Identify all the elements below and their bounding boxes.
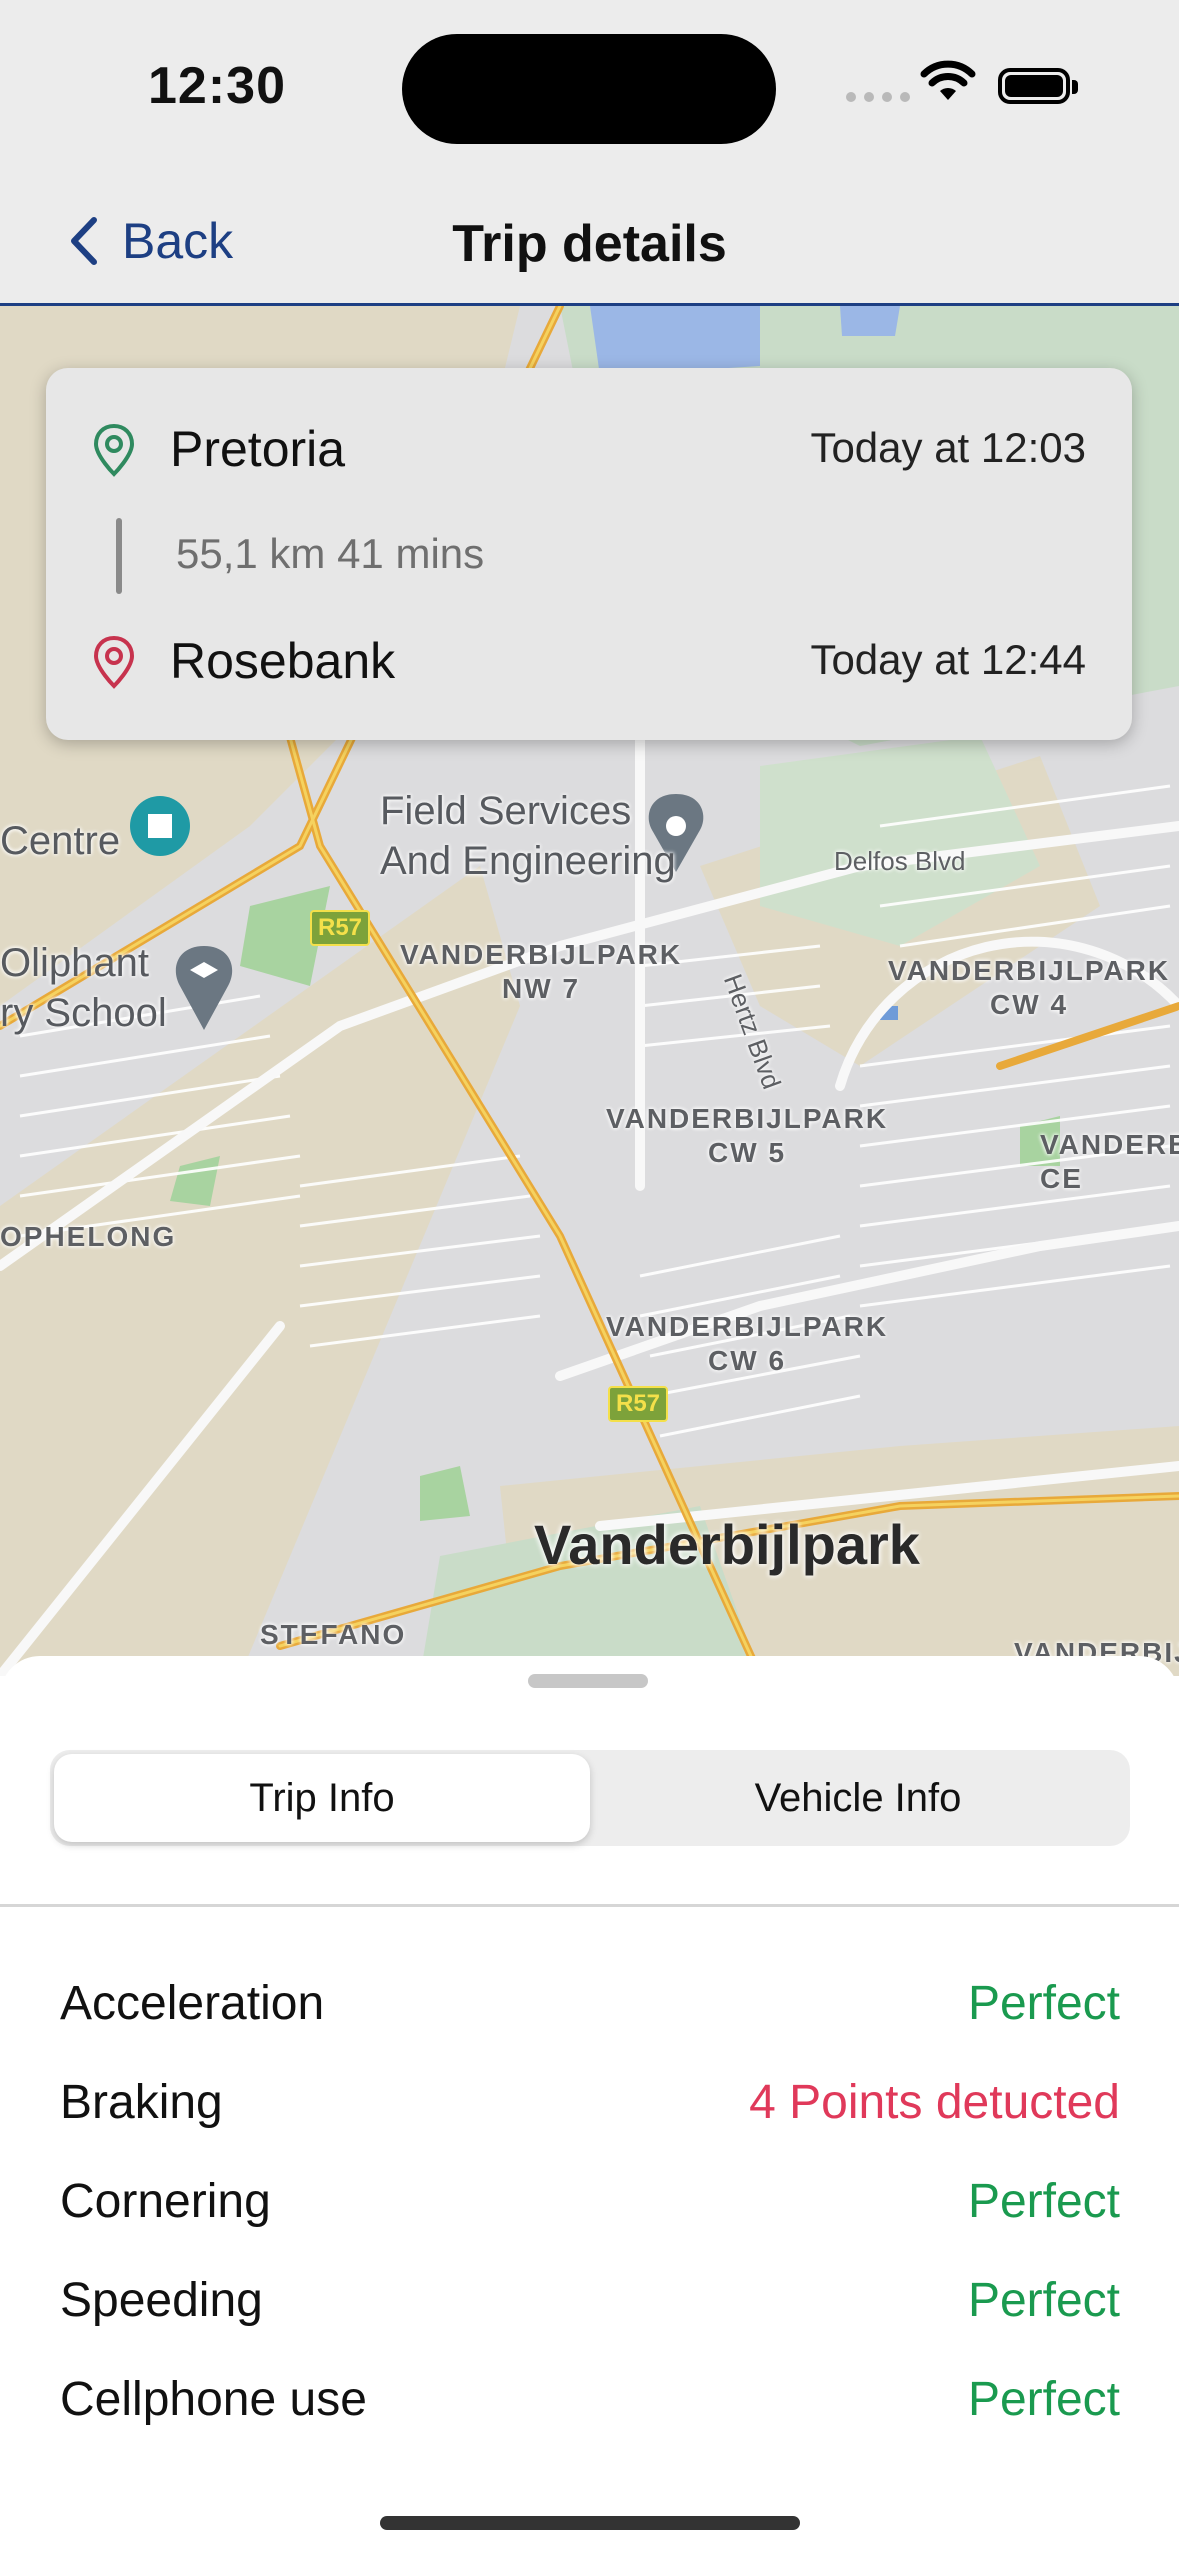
home-indicator[interactable] bbox=[380, 2516, 800, 2530]
dynamic-island bbox=[402, 34, 776, 144]
metric-label: Acceleration bbox=[60, 1977, 325, 2030]
poi-marker-centre bbox=[130, 796, 190, 856]
area-label-cw4: VANDERBIJLPARK CW 4 bbox=[888, 955, 1171, 1020]
metric-value: Perfect bbox=[967, 1977, 1120, 2030]
road-shield-r57-south: R57 bbox=[608, 1386, 669, 1422]
road-shield-r57: R57 bbox=[310, 910, 371, 946]
metric-row: Cornering Perfect bbox=[60, 2162, 1120, 2242]
destination-city: Rosebank bbox=[170, 633, 396, 689]
city-label: Vanderbijlpark bbox=[534, 1513, 920, 1576]
divider bbox=[0, 1904, 1179, 1907]
area-label-nw7: VANDERBIJLPARK NW 7 bbox=[400, 939, 683, 1004]
metric-label: Braking bbox=[60, 2076, 223, 2129]
metric-value: 4 Points detucted bbox=[749, 2076, 1120, 2129]
area-label-stefano: STEFANO bbox=[260, 1619, 407, 1650]
destination-time: Today at 12:44 bbox=[810, 636, 1086, 683]
origin-time: Today at 12:03 bbox=[810, 424, 1086, 471]
destination-pin-icon bbox=[93, 635, 135, 689]
metric-value: Perfect bbox=[967, 2274, 1120, 2327]
tab-vehicle-info[interactable]: Vehicle Info bbox=[590, 1754, 1126, 1842]
metric-label: Cellphone use bbox=[60, 2373, 367, 2426]
battery-icon bbox=[998, 68, 1070, 104]
trip-distance-duration: 55,1 km 41 mins bbox=[176, 530, 485, 577]
poi-label-field-services: Field Services And Engineering bbox=[380, 789, 676, 883]
status-bar: 12:30 bbox=[0, 0, 1179, 180]
bottom-sheet: Trip Info Vehicle Info Acceleration Perf… bbox=[0, 1656, 1179, 2556]
area-label-cw6: VANDERBIJLPARK CW 6 bbox=[606, 1311, 889, 1376]
navigation-bar: Back Trip details bbox=[0, 180, 1179, 306]
origin-pin-icon bbox=[93, 423, 135, 477]
metric-row: Acceleration Perfect bbox=[60, 1964, 1120, 2044]
battery-tip bbox=[1072, 80, 1078, 94]
page-title: Trip details bbox=[452, 215, 727, 273]
metric-row: Braking 4 Points detucted bbox=[60, 2063, 1120, 2143]
tab-trip-info[interactable]: Trip Info bbox=[54, 1754, 590, 1842]
area-label-cw5: VANDERBIJLPARK CW 5 bbox=[606, 1103, 889, 1168]
metric-value: Perfect bbox=[967, 2175, 1120, 2228]
cellular-signal-icon bbox=[846, 92, 910, 102]
metric-value: Perfect bbox=[967, 2373, 1120, 2426]
area-label-right-edge: VANDERB CE bbox=[1040, 1129, 1179, 1194]
metric-label: Cornering bbox=[60, 2175, 271, 2228]
metric-row: Speeding Perfect bbox=[60, 2261, 1120, 2341]
status-time: 12:30 bbox=[148, 57, 286, 115]
metric-label: Speeding bbox=[60, 2274, 263, 2327]
poi-label-school: Oliphant ry School bbox=[0, 941, 167, 1035]
origin-city: Pretoria bbox=[170, 421, 346, 477]
road-label-delfos: Delfos Blvd bbox=[834, 846, 966, 876]
wifi-icon bbox=[920, 60, 976, 100]
poi-label-centre: Centre bbox=[0, 819, 121, 863]
trip-summary-card: Pretoria Today at 12:03 55,1 km 41 mins … bbox=[46, 368, 1132, 740]
area-label-ophelong: OPHELONG bbox=[0, 1221, 177, 1252]
info-segmented-control: Trip Info Vehicle Info bbox=[50, 1750, 1130, 1846]
route-connector bbox=[116, 518, 122, 594]
metric-row: Cellphone use Perfect bbox=[60, 2360, 1120, 2440]
sheet-grabber[interactable] bbox=[528, 1674, 648, 1688]
